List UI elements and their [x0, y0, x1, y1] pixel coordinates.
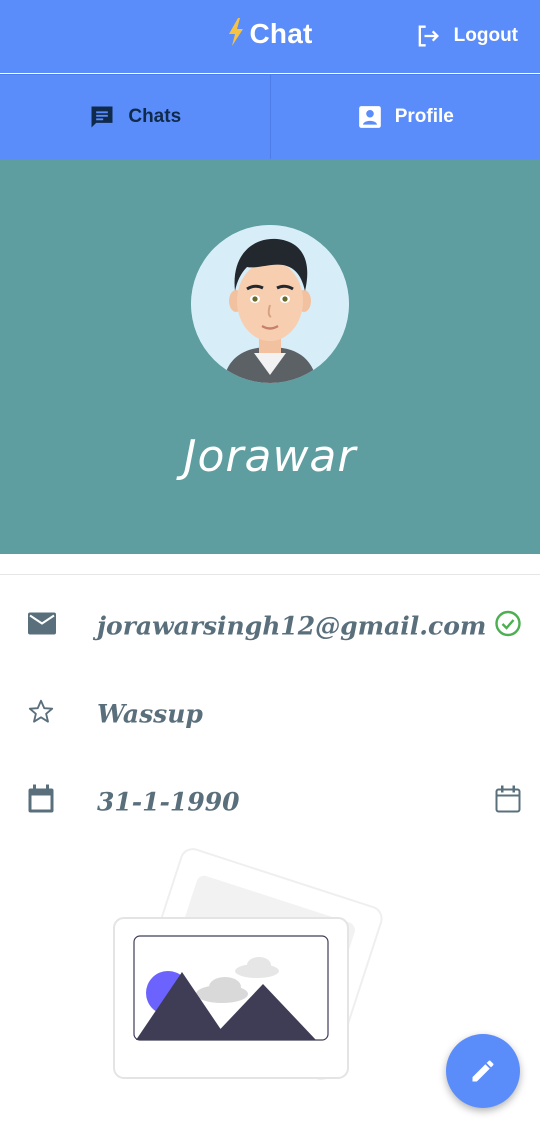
edit-profile-button[interactable]	[446, 1034, 520, 1108]
tab-chats[interactable]: Chats	[0, 75, 270, 159]
profile-name: Jorawar	[183, 431, 357, 482]
profile-icon	[358, 106, 381, 128]
tab-profile-label: Profile	[394, 106, 454, 127]
avatar[interactable]	[191, 225, 349, 383]
profile-header: Jorawar	[0, 159, 540, 554]
empty-photo-illustration	[110, 846, 440, 1084]
email-value: jorawarsingh12@gmail.com	[97, 611, 487, 641]
star-icon	[27, 698, 55, 731]
birthday-value: 31-1-1990	[97, 787, 240, 817]
calendar-picker-icon[interactable]	[494, 785, 522, 820]
lightning-icon	[227, 18, 245, 53]
email-icon	[27, 612, 57, 641]
calendar-icon	[27, 784, 55, 820]
status-value: Wassup	[97, 699, 203, 729]
logout-label: Logout	[453, 25, 518, 46]
logout-icon	[418, 25, 439, 47]
chat-icon	[91, 106, 113, 128]
tab-profile[interactable]: Profile	[269, 75, 540, 159]
tab-chats-label: Chats	[128, 106, 182, 127]
birthday-row: 31-1-1990	[0, 772, 540, 832]
verified-icon	[494, 610, 522, 643]
edit-icon	[472, 1060, 494, 1082]
app-bar: Chat Logout	[0, 0, 540, 73]
status-row: Wassup	[0, 684, 540, 744]
logout-button[interactable]: Logout	[414, 22, 518, 50]
app-title-text: Chat	[249, 18, 313, 49]
divider	[0, 574, 540, 575]
tab-bar: Chats Profile	[0, 74, 540, 159]
email-row: jorawarsingh12@gmail.com	[0, 596, 540, 656]
